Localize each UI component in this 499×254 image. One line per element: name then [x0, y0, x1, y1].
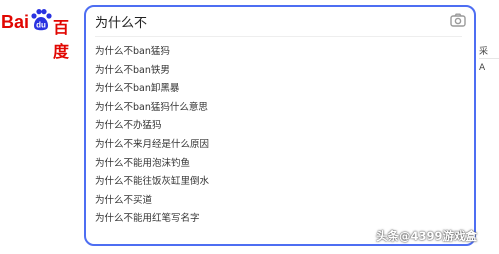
side-text-fragment: A — [479, 63, 486, 73]
suggestion-item[interactable]: 为什么不买道 — [86, 192, 474, 211]
search-query-row — [86, 7, 474, 35]
logo-bai-text: Bai — [1, 12, 30, 32]
search-divider — [95, 36, 462, 37]
watermark: 头条@4399游戏盒 — [376, 229, 478, 243]
suggestion-item[interactable]: 为什么不ban猛犸 — [86, 43, 474, 62]
suggestion-item[interactable]: 为什么不办猛犸 — [86, 117, 474, 136]
side-text-fragment: 采 — [479, 47, 489, 57]
suggestion-item[interactable]: 为什么不能用泡沫钓鱼 — [86, 155, 474, 174]
suggestion-item[interactable]: 为什么不ban铁男 — [86, 62, 474, 81]
logo-du-text: du — [36, 21, 46, 30]
suggestion-item[interactable]: 为什么不ban猛犸什么意思 — [86, 99, 474, 118]
paw-icon: du — [31, 9, 52, 31]
suggestion-item[interactable]: 为什么不能往饭灰缸里倒水 — [86, 173, 474, 192]
camera-icon[interactable] — [450, 13, 466, 27]
logo-cn-text: 百度 — [53, 20, 70, 61]
suggestion-list: 为什么不ban猛犸 为什么不ban铁男 为什么不ban卸黑暴 为什么不ban猛犸… — [86, 43, 474, 229]
search-box: 为什么不ban猛犸 为什么不ban铁男 为什么不ban卸黑暴 为什么不ban猛犸… — [84, 5, 476, 246]
baidu-logo[interactable]: Bai du 百度 — [0, 6, 80, 61]
suggestion-item[interactable]: 为什么不ban卸黑暴 — [86, 80, 474, 99]
suggestion-item[interactable]: 为什么不能用红笔写名字 — [86, 210, 474, 229]
search-input[interactable] — [95, 11, 435, 31]
side-divider — [479, 58, 499, 59]
suggestion-item[interactable]: 为什么不来月经是什么原因 — [86, 136, 474, 155]
